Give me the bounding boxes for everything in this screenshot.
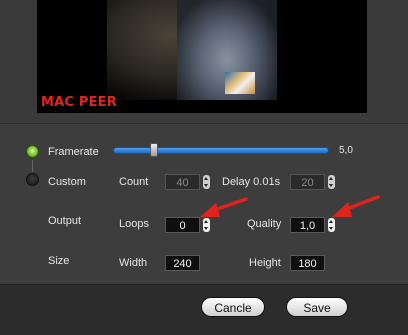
count-label: Count — [119, 176, 149, 188]
video-preview: MAC PEER — [37, 0, 367, 113]
custom-label: Custom — [48, 176, 86, 188]
delay-stepper[interactable] — [328, 175, 335, 189]
width-field[interactable]: 240 — [165, 255, 200, 271]
framerate-value: 5,0 — [339, 145, 353, 156]
loops-label: Loops — [119, 218, 149, 230]
preview-panel: MAC PEER — [0, 0, 408, 123]
custom-radio[interactable] — [26, 173, 39, 186]
loops-field[interactable]: 0 — [165, 217, 200, 233]
delay-field[interactable]: 20 — [290, 174, 325, 190]
count-stepper[interactable] — [203, 175, 210, 189]
framerate-slider-knob[interactable] — [150, 143, 158, 157]
quality-field[interactable]: 1,0 — [290, 217, 325, 233]
save-button[interactable]: Save — [286, 297, 348, 317]
size-section-label: Size — [48, 255, 70, 267]
framerate-slider[interactable] — [113, 147, 329, 154]
width-label: Width — [119, 257, 148, 269]
framerate-label: Framerate — [48, 146, 99, 158]
delay-label: Delay 0.01s — [222, 176, 281, 188]
height-label: Height — [249, 257, 281, 269]
annotation-arrow-quality — [332, 195, 380, 217]
divider — [0, 123, 408, 124]
radio-connector — [32, 160, 33, 172]
output-section-label: Output — [48, 215, 82, 227]
annotation-arrow-loops — [200, 197, 248, 217]
height-field[interactable]: 180 — [290, 255, 325, 271]
thumbnail-image — [225, 72, 255, 94]
quality-label: Quality — [247, 218, 282, 230]
brand-watermark: MAC PEER — [41, 95, 117, 110]
cancel-button[interactable]: Cancle — [201, 297, 265, 317]
framerate-radio[interactable] — [26, 145, 39, 158]
count-field[interactable]: 40 — [165, 174, 200, 190]
